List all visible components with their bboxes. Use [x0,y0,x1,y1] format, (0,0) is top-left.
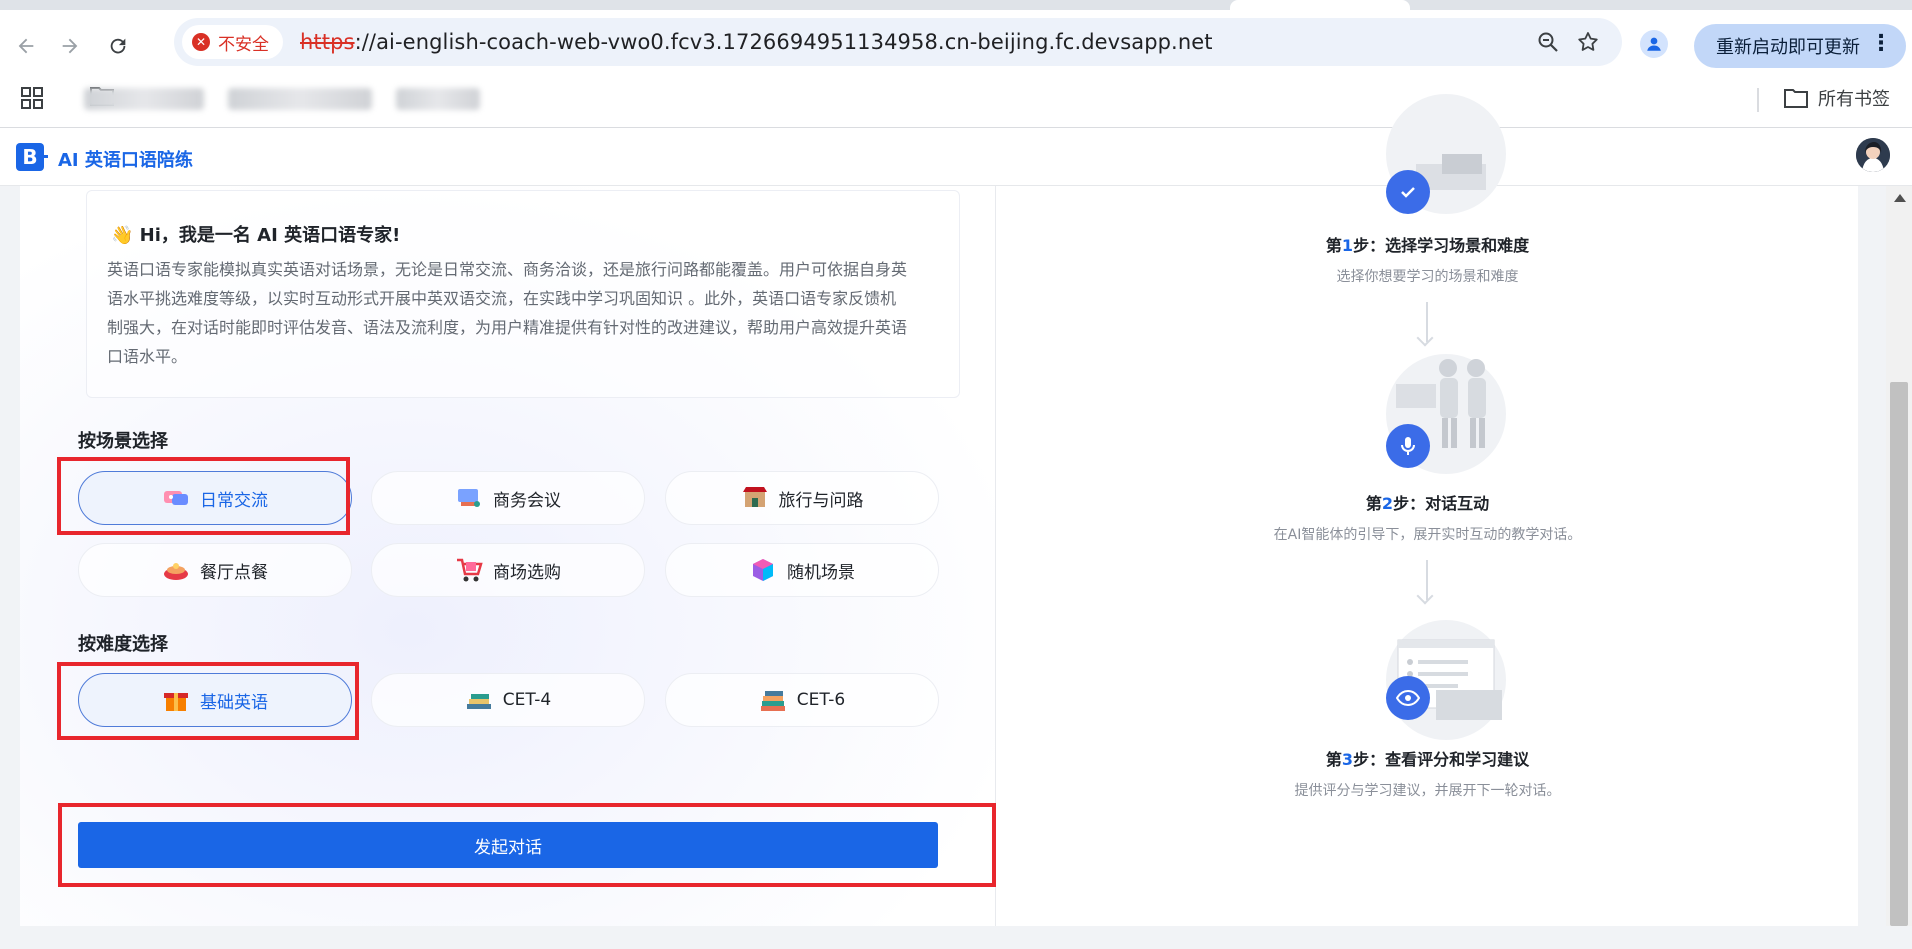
scene-option-travel[interactable]: 旅行与问路 [665,471,939,525]
difficulty-option-label: CET-4 [502,690,552,710]
back-button[interactable] [6,26,46,66]
eye-icon [1386,676,1430,720]
reload-icon [110,38,126,54]
back-arrow-icon [18,38,34,54]
page-scrollbar[interactable] [1886,186,1912,926]
highlight-box-scene [57,457,350,535]
intro-card: 👋 Hi，我是一名 AI 英语口语专家! 英语口语专家能模拟真实英语对话场景，无… [86,190,960,398]
security-chip[interactable]: ✕ 不安全 [182,25,283,59]
step-3: 第3步：查看评分和学习建议 提供评分与学习建议，并展开下一轮对话。 [997,746,1858,800]
scene-option-label: 商务会议 [493,490,561,511]
difficulty-section-label: 按难度选择 [78,634,168,655]
steps-panel: 第1步：选择学习场景和难度 选择你想要学习的场景和难度 第2步：对话互动 在AI… [997,94,1858,926]
scene-option-label: 餐厅点餐 [200,562,268,583]
all-bookmarks-label: 所有书签 [1818,89,1890,110]
scene-option-shopping[interactable]: 商场选购 [371,543,645,597]
browser-tab-strip [0,0,1912,10]
bookmark-star-icon[interactable] [1576,30,1600,54]
highlight-box-difficulty [57,662,359,740]
all-bookmarks-button[interactable]: 所有书签 [1784,85,1890,111]
blurred-bookmark[interactable] [228,88,372,110]
bookmarks-separator [1757,88,1759,112]
restaurant-icon [162,556,190,584]
browser-profile-icon[interactable] [1640,30,1668,58]
config-panel: 👋 Hi，我是一名 AI 英语口语专家! 英语口语专家能模拟真实英语对话场景，无… [20,186,996,926]
step-2-desc: 在AI智能体的引导下，展开实时互动的教学对话。 [1273,527,1582,543]
browser-toolbar: ✕ 不安全 https://ai-english-coach-web-vwo0.… [0,10,1912,74]
browser-menu-icon[interactable]: ⋮ [1870,33,1892,55]
difficulty-option-cet4[interactable]: CET-4 [371,673,645,727]
step-2-title: 第2步：对话互动 [1365,494,1490,513]
scene-option-business[interactable]: 商务会议 [371,471,645,525]
book-stack-icon [759,686,787,714]
scrollbar-thumb[interactable] [1890,382,1908,926]
browser-active-tab[interactable] [1230,0,1410,10]
site-title[interactable]: AI 英语口语陪练 [58,146,193,172]
random-dice-icon [749,556,777,584]
step-3-title: 第3步：查看评分和学习建议 [1325,750,1530,769]
browser-update-button[interactable]: 重新启动即可更新 ⋮ [1694,24,1906,68]
url-scheme: https [300,30,355,54]
step-arrow-icon [1426,560,1428,600]
step-1-title: 第1步：选择学习场景和难度 [1325,236,1530,255]
scene-option-restaurant[interactable]: 餐厅点餐 [78,543,352,597]
zoom-icon[interactable] [1536,30,1560,54]
insecure-warning-icon: ✕ [192,33,210,51]
reload-button[interactable] [98,26,138,66]
folder-icon [1784,89,1808,108]
scene-option-label: 商场选购 [493,562,561,583]
forward-button[interactable] [50,26,90,66]
user-avatar[interactable] [1856,138,1890,172]
step1-check-icon [1386,170,1430,214]
security-label: 不安全 [218,34,269,55]
business-meeting-icon [455,484,483,512]
site-logo-icon[interactable]: B [16,143,48,171]
address-bar[interactable]: ✕ 不安全 https://ai-english-coach-web-vwo0.… [174,18,1622,66]
bookmarks-bar: 所有书签 [0,74,1912,128]
blurred-bookmark[interactable] [84,88,204,110]
url-host: ://ai-english-coach-web-vwo0.fcv3.172669… [354,30,1213,54]
step-1-desc: 选择你想要学习的场景和难度 [1336,269,1519,285]
scene-section-label: 按场景选择 [78,431,168,452]
travel-icon [741,484,769,512]
site-header: B AI 英语口语陪练 [0,128,1912,186]
step-2: 第2步：对话互动 在AI智能体的引导下，展开实时互动的教学对话。 [997,490,1858,544]
apps-grid-icon[interactable] [20,86,44,110]
scene-option-label: 随机场景 [787,562,855,583]
intro-description: 英语口语专家能模拟真实英语对话场景，无论是日常交流、商务洽谈，还是旅行问路都能覆… [107,260,908,366]
step-arrow-icon [1426,302,1428,342]
update-button-label: 重新启动即可更新 [1716,37,1860,58]
main-content: 👋 Hi，我是一名 AI 英语口语专家! 英语口语专家能模拟真实英语对话场景，无… [20,94,1858,926]
microphone-icon [1386,424,1430,468]
scene-option-label: 旅行与问路 [778,490,864,511]
scene-option-random[interactable]: 随机场景 [665,543,939,597]
difficulty-option-label: CET-6 [796,690,846,710]
scroll-up-arrow-icon[interactable] [1894,194,1906,202]
highlight-box-start [58,803,996,887]
books-icon [465,686,493,714]
shopping-cart-icon [455,556,483,584]
forward-arrow-icon [62,38,78,54]
url-text[interactable]: https://ai-english-coach-web-vwo0.fcv3.1… [300,30,1213,54]
step-3-desc: 提供评分与学习建议，并展开下一轮对话。 [1294,783,1561,799]
blurred-bookmark[interactable] [396,88,480,110]
intro-title: 👋 Hi，我是一名 AI 英语口语专家! [111,225,401,246]
difficulty-option-cet6[interactable]: CET-6 [665,673,939,727]
step-1: 第1步：选择学习场景和难度 选择你想要学习的场景和难度 [997,232,1858,286]
